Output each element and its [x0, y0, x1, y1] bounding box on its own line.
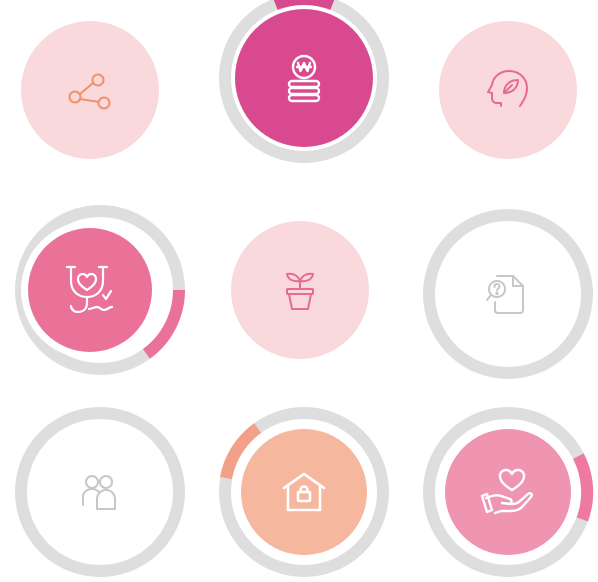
- share-icon: [62, 62, 118, 118]
- house-lock-icon: [276, 464, 332, 520]
- hand-heart-icon: [478, 462, 538, 522]
- tile-document-question[interactable]: [418, 204, 598, 384]
- tile-head-leaf[interactable]: [418, 0, 598, 180]
- tile-won-coins[interactable]: [214, 0, 394, 168]
- won-coins-icon: [274, 48, 334, 108]
- tile-hand-heart[interactable]: [418, 402, 598, 582]
- tile-share[interactable]: [0, 0, 180, 180]
- tile-house-lock[interactable]: [214, 402, 394, 582]
- sprout-pot-icon: [275, 265, 325, 315]
- head-leaf-icon: [480, 62, 536, 118]
- stethoscope-heart-icon: [59, 259, 121, 321]
- progress-arc: [273, 0, 335, 10]
- progress-arc: [572, 453, 594, 522]
- tile-people[interactable]: [10, 402, 190, 582]
- document-question-icon: [481, 267, 535, 321]
- people-icon: [75, 467, 125, 517]
- tile-sprout-pot[interactable]: [210, 200, 390, 380]
- tile-stethoscope-heart[interactable]: [10, 200, 190, 380]
